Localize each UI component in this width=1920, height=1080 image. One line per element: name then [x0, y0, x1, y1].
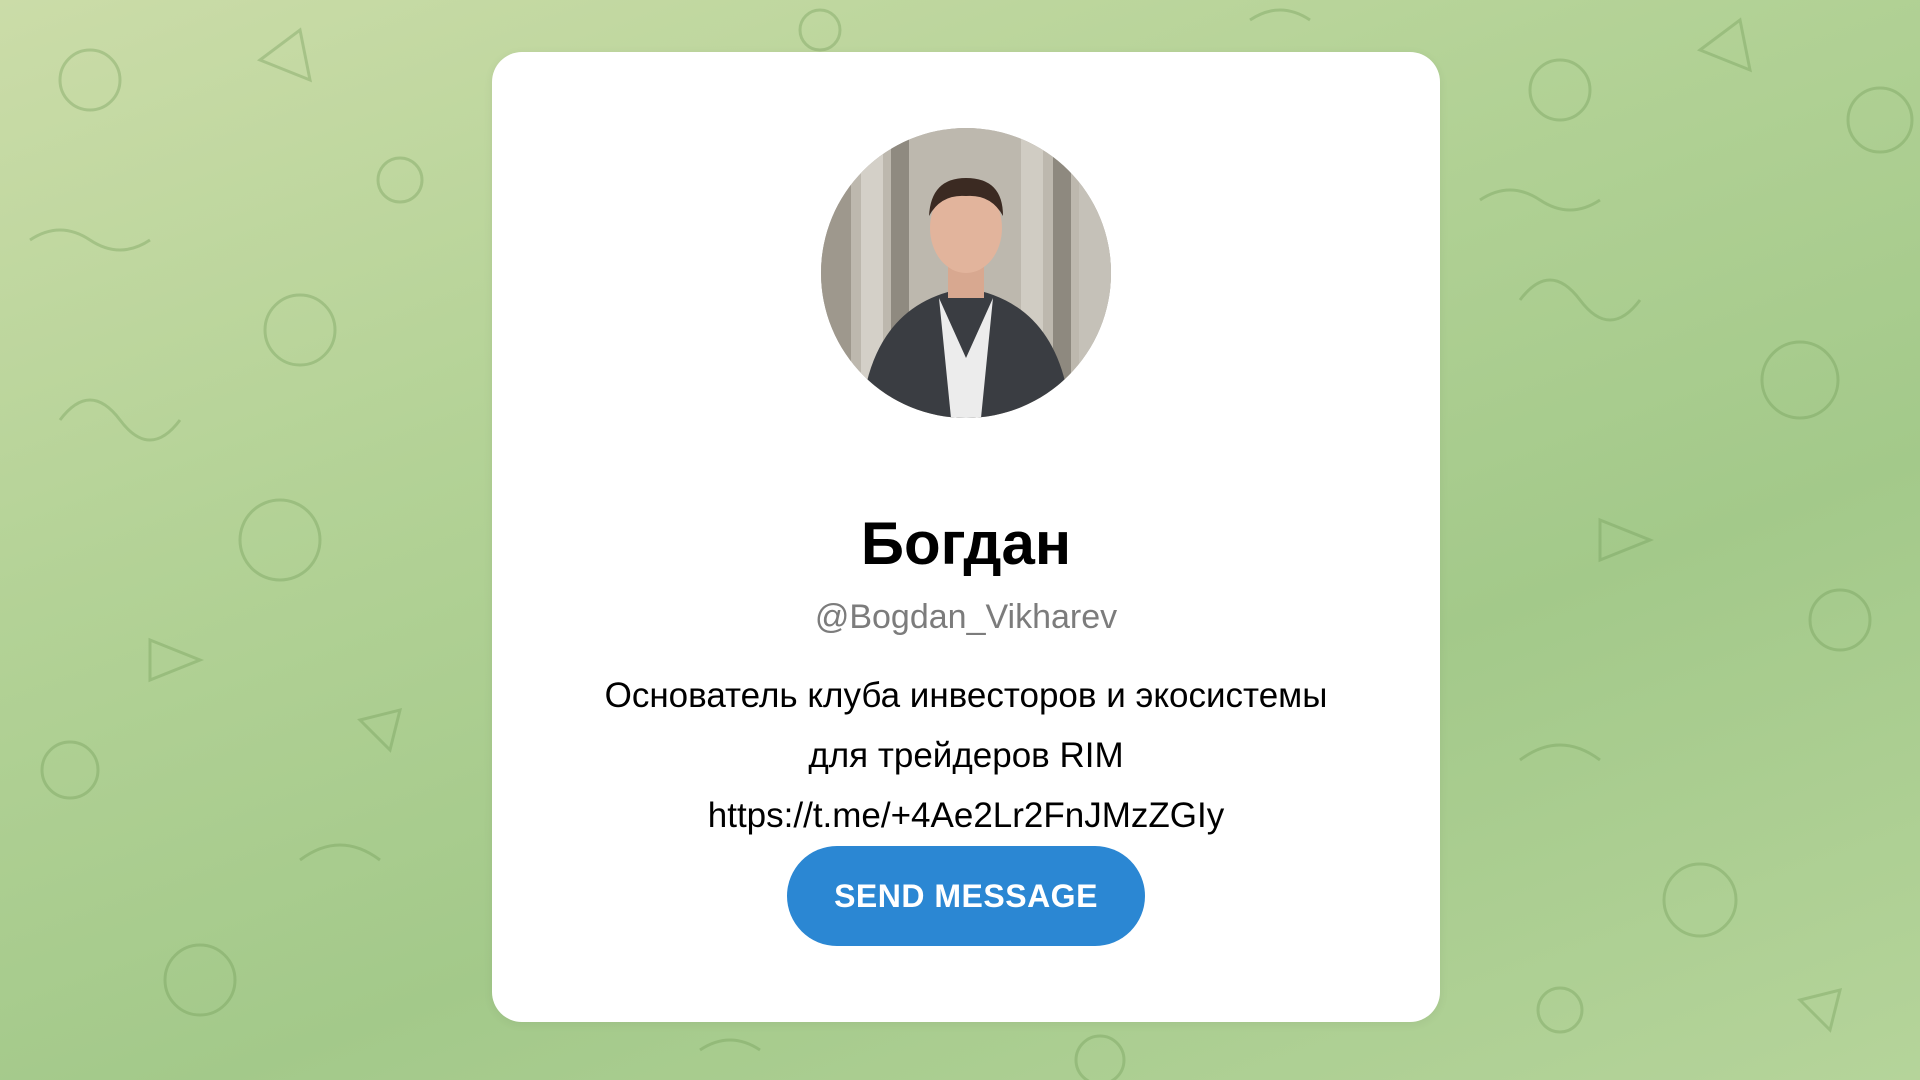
profile-bio: Основатель клуба инвесторов и экосистемы… — [532, 666, 1400, 846]
bio-line: Основатель клуба инвесторов и экосистемы — [604, 676, 1328, 715]
bio-line: для трейдеров RIM — [808, 736, 1124, 775]
profile-card: Богдан @Bogdan_Vikharev Основатель клуба… — [492, 52, 1440, 1022]
send-message-button[interactable]: SEND MESSAGE — [787, 846, 1145, 946]
profile-name: Богдан — [860, 510, 1072, 577]
avatar — [821, 128, 1111, 418]
avatar-photo — [821, 128, 1111, 418]
bio-link[interactable]: https://t.me/+4Ae2Lr2FnJMzZGIy — [532, 786, 1400, 846]
profile-username: @Bogdan_Vikharev — [814, 598, 1118, 636]
